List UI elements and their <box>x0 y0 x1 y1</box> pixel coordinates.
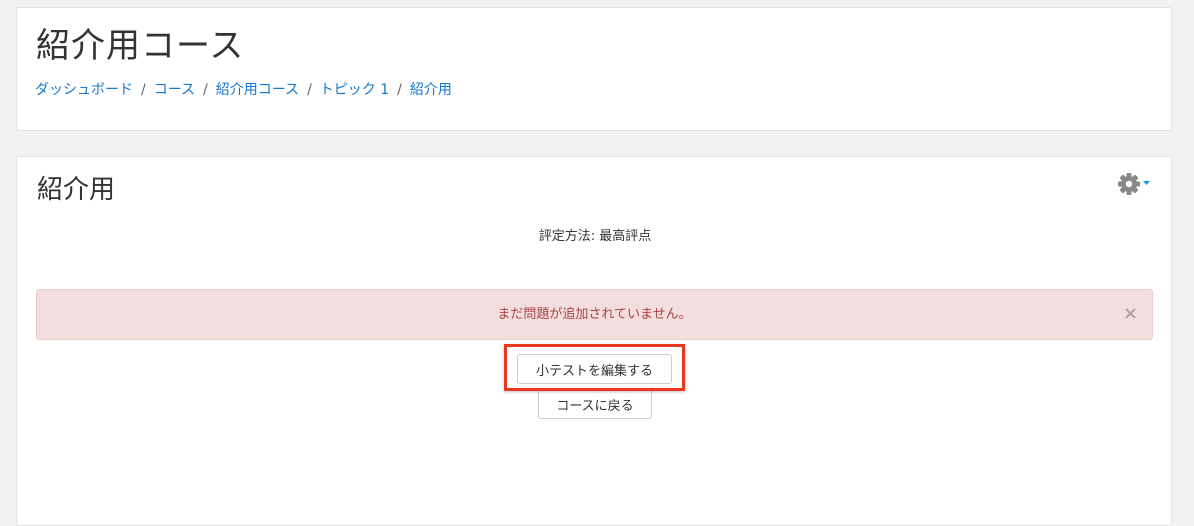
breadcrumb-topic[interactable]: トピック 1 <box>320 82 389 98</box>
breadcrumb-separator: / <box>141 82 146 98</box>
edit-quiz-button[interactable]: 小テストを編集する <box>517 354 672 384</box>
alert-message: まだ問題が追加されていません。 <box>497 307 692 322</box>
caret-down-icon <box>1143 181 1150 185</box>
alert-box: まだ問題が追加されていません。 × <box>36 289 1153 340</box>
breadcrumb-quiz[interactable]: 紹介用 <box>410 82 452 98</box>
breadcrumb-course[interactable]: 紹介用コース <box>216 82 299 98</box>
gear-icon <box>1118 173 1150 195</box>
breadcrumb-separator: / <box>397 82 402 98</box>
breadcrumb-dashboard[interactable]: ダッシュボード <box>35 82 133 98</box>
settings-menu-toggle[interactable] <box>1117 171 1157 197</box>
back-to-course-button[interactable]: コースに戻る <box>538 389 652 419</box>
main-content: 紹介用 評定方法: 最高評点 まだ問題が追加されていません。 × 小テストを編集… <box>16 156 1172 526</box>
breadcrumb-separator: / <box>307 82 312 98</box>
section-title: 紹介用 <box>37 175 116 205</box>
breadcrumb-separator: / <box>203 82 208 98</box>
close-icon[interactable]: × <box>1123 303 1138 325</box>
breadcrumb: ダッシュボード / コース / 紹介用コース / トピック 1 / 紹介用 <box>35 81 452 99</box>
breadcrumb-courses[interactable]: コース <box>154 82 195 98</box>
page-header: 紹介用コース ダッシュボード / コース / 紹介用コース / トピック 1 / 紹介用 <box>16 7 1172 131</box>
grading-method: 評定方法: 最高評点 <box>538 229 652 244</box>
page-title: 紹介用コース <box>36 26 245 66</box>
